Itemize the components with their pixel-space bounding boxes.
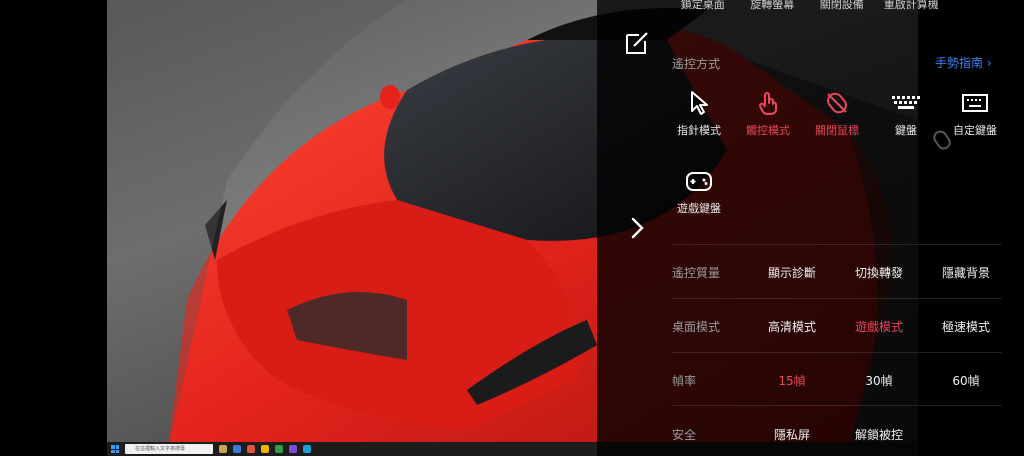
windows-start-icon[interactable]	[111, 445, 119, 453]
frame-rate-label: 幀率	[672, 374, 697, 388]
mode-label: 關閉鼠標	[815, 124, 859, 137]
pointer-mode-button[interactable]: 指針模式	[669, 90, 729, 138]
privacy-screen-option[interactable]: 隱私屏	[757, 426, 827, 443]
gesture-guide-link[interactable]: 手勢指南 ›	[935, 54, 992, 71]
device-actions-bar: 鎖定桌面 旋轉螢幕 關閉設備 重啟計算機	[672, 0, 942, 12]
edit-icon[interactable]	[621, 27, 653, 59]
gamepad-button[interactable]: 遊戲鍵盤	[669, 168, 729, 216]
floating-toolbar	[617, 0, 657, 456]
keyboard-button[interactable]: 鍵盤	[876, 90, 936, 138]
divider	[672, 405, 1002, 406]
keyboard-icon	[892, 96, 920, 109]
pointer-icon	[691, 91, 708, 115]
divider	[672, 298, 1002, 299]
control-mode-label: 遙控方式	[672, 57, 721, 71]
quality-label: 遙控質量	[672, 266, 721, 280]
fps-30-option[interactable]: 30幀	[844, 372, 914, 389]
taskbar-app-icon[interactable]	[261, 445, 269, 453]
mode-label: 鍵盤	[895, 124, 917, 137]
taskbar-app-icon[interactable]	[219, 445, 227, 453]
lock-desktop-button[interactable]: 鎖定桌面	[672, 0, 734, 12]
taskbar-app-icon[interactable]	[275, 445, 283, 453]
mouse-off-icon	[827, 92, 847, 114]
taskbar-search-input[interactable]: 在這裡輸入文字來搜尋	[125, 444, 213, 454]
chevron-right-icon[interactable]	[621, 212, 653, 244]
shutdown-device-button[interactable]: 關閉設備	[811, 0, 873, 12]
desktop-mode-label: 桌面模式	[672, 320, 721, 334]
unlock-controlled-option[interactable]: 解鎖被控	[844, 426, 914, 443]
rotate-screen-button[interactable]: 旋轉螢幕	[742, 0, 804, 12]
mode-label: 遊戲鍵盤	[677, 202, 721, 215]
mode-label: 指針模式	[677, 124, 721, 137]
gamepad-icon	[686, 172, 712, 191]
game-mode-option[interactable]: 遊戲模式	[844, 318, 914, 335]
taskbar-app-icon[interactable]	[247, 445, 255, 453]
switch-relay-option[interactable]: 切換轉發	[844, 264, 914, 281]
divider	[672, 244, 1002, 245]
taskbar-app-icon[interactable]	[289, 445, 297, 453]
mode-label: 自定鍵盤	[953, 124, 997, 137]
screen-margin	[1003, 0, 1024, 456]
chevron-right-icon: ›	[986, 56, 992, 70]
mouse-icon	[933, 130, 951, 150]
touch-mode-button[interactable]: 觸控模式	[738, 90, 798, 138]
custom-keyboard-icon	[962, 94, 988, 112]
show-diagnostics-option[interactable]: 顯示診斷	[757, 264, 827, 281]
mode-label: 觸控模式	[746, 124, 790, 137]
hide-background-option[interactable]: 隱藏背景	[931, 264, 1001, 281]
custom-keyboard-button[interactable]: 自定鍵盤	[945, 90, 1005, 138]
mouse-off-button[interactable]: 關閉鼠標	[807, 90, 867, 138]
touch-icon	[759, 92, 777, 115]
taskbar-app-icon[interactable]	[303, 445, 311, 453]
hd-mode-option[interactable]: 高清模式	[757, 318, 827, 335]
fps-15-option[interactable]: 15幀	[757, 372, 827, 389]
restart-computer-button[interactable]: 重啟計算機	[881, 0, 943, 12]
security-label: 安全	[672, 428, 697, 442]
taskbar-app-icon[interactable]	[233, 445, 241, 453]
divider	[672, 352, 1002, 353]
fps-60-option[interactable]: 60幀	[931, 372, 1001, 389]
speed-mode-option[interactable]: 極速模式	[931, 318, 1001, 335]
